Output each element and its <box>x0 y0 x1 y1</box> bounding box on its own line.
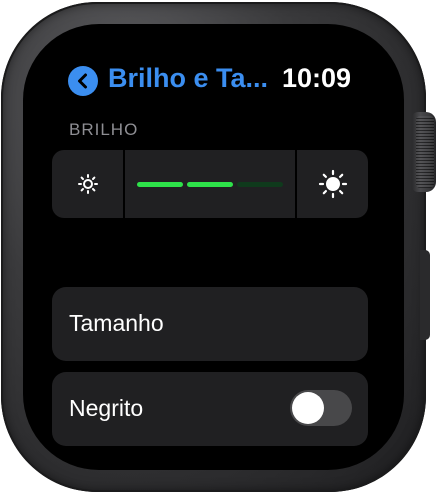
sun-large-icon <box>318 169 347 199</box>
toggle-knob <box>292 392 324 424</box>
brightness-increase-button[interactable] <box>295 150 368 218</box>
nav-back-title[interactable]: Brilho e Ta... <box>108 63 268 94</box>
brightness-section-label: BRILHO <box>69 120 139 139</box>
watch-screen: Brilho e Ta... 10:09 BRILHO Tamanho Negr… <box>32 34 393 460</box>
apple-watch-frame: Brilho e Ta... 10:09 BRILHO Tamanho Negr… <box>0 0 439 495</box>
brightness-control <box>52 150 368 218</box>
chevron-left-icon <box>78 73 87 89</box>
sun-small-icon <box>77 174 98 194</box>
brightness-segment <box>137 182 183 187</box>
brightness-segment <box>187 182 233 187</box>
text-size-row[interactable]: Tamanho <box>52 287 368 361</box>
brightness-level-track[interactable] <box>137 182 283 187</box>
bold-text-row: Negrito <box>52 372 368 446</box>
bold-text-label: Negrito <box>69 395 144 421</box>
crown-ridges <box>416 116 434 188</box>
clock-time: 10:09 <box>281 63 351 93</box>
side-button[interactable] <box>420 250 430 340</box>
text-size-label: Tamanho <box>69 310 164 336</box>
back-button[interactable] <box>68 66 98 96</box>
bold-text-toggle[interactable] <box>290 390 352 426</box>
brightness-segment <box>237 182 283 187</box>
digital-crown[interactable] <box>412 112 436 192</box>
brightness-decrease-button[interactable] <box>52 150 125 218</box>
